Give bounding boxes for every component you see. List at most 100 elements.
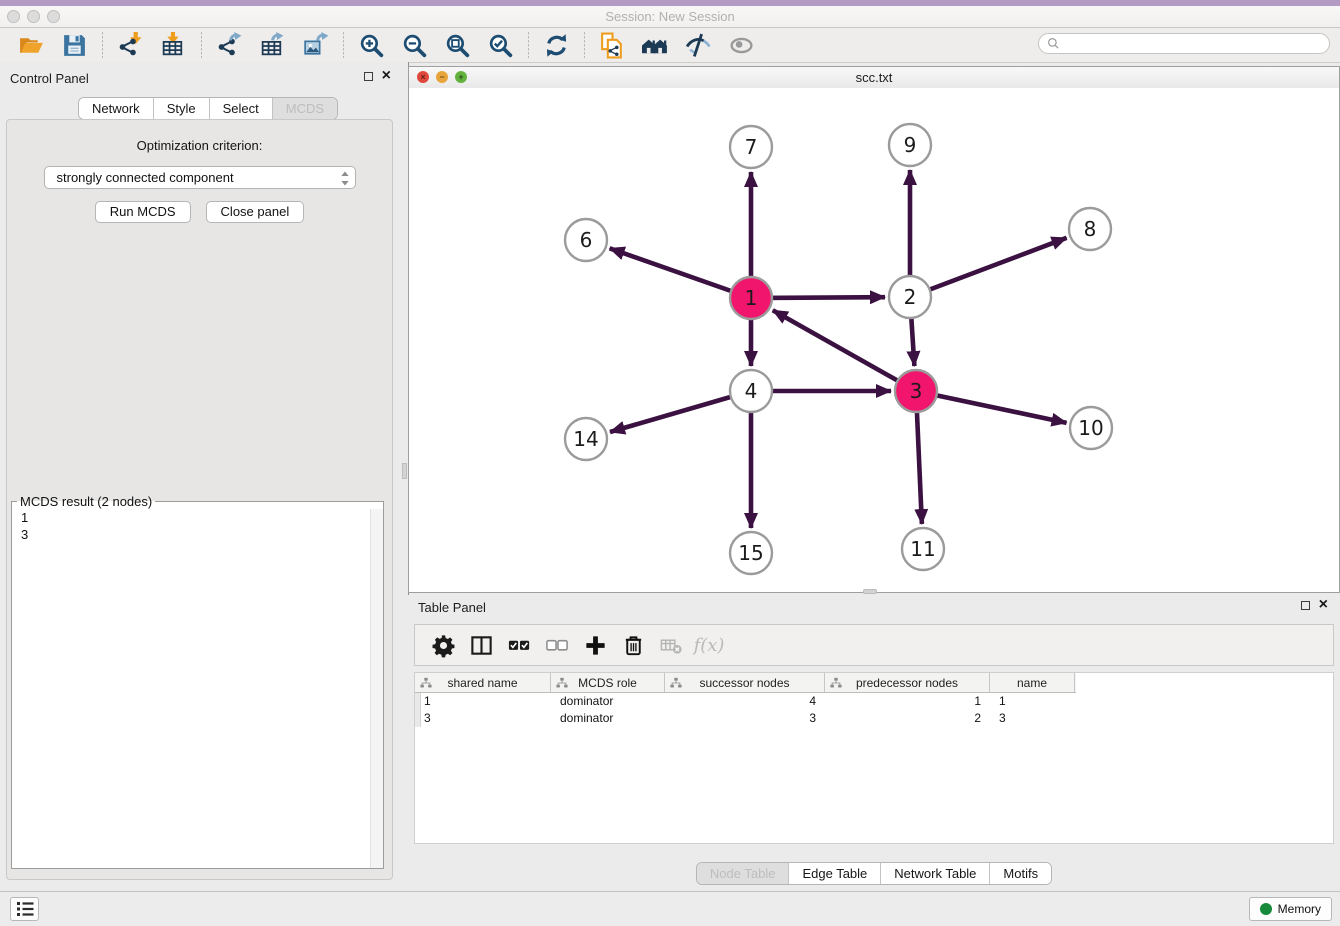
table-cell[interactable]: 1 <box>825 693 990 710</box>
tab-style[interactable]: Style <box>154 98 210 119</box>
export-image-icon[interactable] <box>299 30 332 60</box>
hide-panel-icon[interactable] <box>682 30 715 60</box>
search-icon <box>1046 36 1061 51</box>
column-header-shared-name[interactable]: shared name <box>415 673 551 692</box>
graph-node[interactable]: 2 <box>889 276 931 318</box>
column-label: name <box>1017 676 1047 690</box>
memory-label: Memory <box>1278 902 1321 916</box>
zoom-in-icon[interactable] <box>355 30 388 60</box>
result-scrollbar[interactable] <box>370 509 383 868</box>
float-table-panel-icon[interactable] <box>1301 601 1310 610</box>
splitter-handle[interactable] <box>402 463 407 479</box>
table-cell[interactable]: dominator <box>551 710 665 727</box>
tab-select[interactable]: Select <box>210 98 273 119</box>
graph-edge[interactable] <box>916 391 1067 423</box>
table-row[interactable]: 1dominator411 <box>415 693 1333 710</box>
open-file-icon[interactable] <box>15 30 48 60</box>
control-panel: Control Panel × NetworkStyleSelectMCDS O… <box>0 62 401 892</box>
toggle-views-icon[interactable] <box>466 630 496 660</box>
task-history-button[interactable] <box>10 897 39 921</box>
graph-node[interactable]: 4 <box>730 370 772 412</box>
apply-layout-icon[interactable] <box>540 30 573 60</box>
close-panel-icon[interactable]: × <box>382 70 391 82</box>
graph-node[interactable]: 14 <box>565 418 607 460</box>
tab-motifs[interactable]: Motifs <box>990 863 1051 884</box>
graph-node[interactable]: 7 <box>730 126 772 168</box>
import-table-icon[interactable] <box>157 30 190 60</box>
table-cell[interactable]: 1 <box>415 693 551 710</box>
close-table-panel-icon[interactable]: × <box>1319 599 1328 611</box>
save-session-icon[interactable] <box>58 30 91 60</box>
criterion-dropdown[interactable]: strongly connected component <box>44 166 356 189</box>
tab-node-table[interactable]: Node Table <box>697 863 790 884</box>
tab-mcds[interactable]: MCDS <box>273 98 337 119</box>
column-header-predecessor-nodes[interactable]: predecessor nodes <box>825 673 990 692</box>
main-toolbar <box>0 28 1340 63</box>
svg-text:11: 11 <box>910 537 935 561</box>
graph-edge[interactable] <box>910 238 1067 297</box>
tab-edge-table[interactable]: Edge Table <box>789 863 881 884</box>
tab-network[interactable]: Network <box>79 98 154 119</box>
graph-edge[interactable] <box>610 248 751 298</box>
network-graph[interactable]: 7 9 6 8 1 2 4 3 14 10 15 11 <box>409 88 1339 592</box>
control-panel-tabs: NetworkStyleSelectMCDS <box>78 97 338 120</box>
graph-node[interactable]: 9 <box>889 124 931 166</box>
column-label: shared name <box>447 676 517 690</box>
run-mcds-button[interactable]: Run MCDS <box>95 201 191 223</box>
control-panel-title: Control Panel <box>10 71 89 86</box>
tab-network-table[interactable]: Network Table <box>881 863 990 884</box>
search-box[interactable] <box>1038 33 1330 54</box>
table-tabs: Node TableEdge TableNetwork TableMotifs <box>696 862 1052 885</box>
graph-node[interactable]: 3 <box>895 370 937 412</box>
add-row-icon[interactable] <box>580 630 610 660</box>
float-panel-icon[interactable] <box>364 72 373 81</box>
svg-text:2: 2 <box>904 285 917 309</box>
new-network-from-selection-icon[interactable] <box>596 30 629 60</box>
mcds-result-list[interactable]: 13 <box>12 509 383 868</box>
horizontal-splitter-handle[interactable] <box>863 589 877 594</box>
graph-edge[interactable] <box>773 310 916 391</box>
table-cell[interactable]: 2 <box>825 710 990 727</box>
graph-node[interactable]: 10 <box>1070 407 1112 449</box>
column-settings-icon[interactable] <box>428 630 458 660</box>
memory-button[interactable]: Memory <box>1249 897 1332 921</box>
column-label: successor nodes <box>699 676 789 690</box>
table-cell[interactable]: 4 <box>665 693 825 710</box>
home-icon[interactable] <box>639 30 672 60</box>
close-panel-button[interactable]: Close panel <box>206 201 305 223</box>
column-header-name[interactable]: name <box>990 673 1075 692</box>
table-body: 1dominator4113dominator323 <box>415 693 1333 726</box>
deselect-all-icon[interactable] <box>542 630 572 660</box>
export-table-icon[interactable] <box>256 30 289 60</box>
svg-text:14: 14 <box>573 427 598 451</box>
column-header-successor-nodes[interactable]: successor nodes <box>665 673 825 692</box>
table-cell[interactable]: 3 <box>415 710 551 727</box>
svg-text:4: 4 <box>745 379 758 403</box>
table-cell[interactable]: 3 <box>665 710 825 727</box>
graph-node[interactable]: 11 <box>902 528 944 570</box>
import-network-icon[interactable] <box>114 30 147 60</box>
table-cell[interactable]: 1 <box>990 693 1075 710</box>
delete-row-icon[interactable] <box>618 630 648 660</box>
search-input[interactable] <box>1061 35 1329 52</box>
column-header-MCDS-role[interactable]: MCDS role <box>551 673 665 692</box>
graph-node[interactable]: 6 <box>565 219 607 261</box>
zoom-out-icon[interactable] <box>398 30 431 60</box>
session-title: Session: New Session <box>0 9 1340 24</box>
toolbar-separator <box>102 32 103 58</box>
graph-node[interactable]: 8 <box>1069 208 1111 250</box>
svg-text:15: 15 <box>738 541 763 565</box>
table-panel: Table Panel × f(x) shared nameMCDS roles… <box>408 595 1340 892</box>
zoom-fit-icon[interactable] <box>441 30 474 60</box>
mcds-panel: Optimization criterion: strongly connect… <box>6 119 393 880</box>
select-all-icon[interactable] <box>504 630 534 660</box>
svg-text:6: 6 <box>580 228 593 252</box>
zoom-selected-icon[interactable] <box>484 30 517 60</box>
graph-node[interactable]: 15 <box>730 532 772 574</box>
table-cell[interactable]: dominator <box>551 693 665 710</box>
graph-node[interactable]: 1 <box>730 277 772 319</box>
export-network-icon[interactable] <box>213 30 246 60</box>
network-canvas[interactable]: 7 9 6 8 1 2 4 3 14 10 15 11 <box>409 88 1339 592</box>
table-row[interactable]: 3dominator323 <box>415 710 1333 727</box>
table-cell[interactable]: 3 <box>990 710 1075 727</box>
